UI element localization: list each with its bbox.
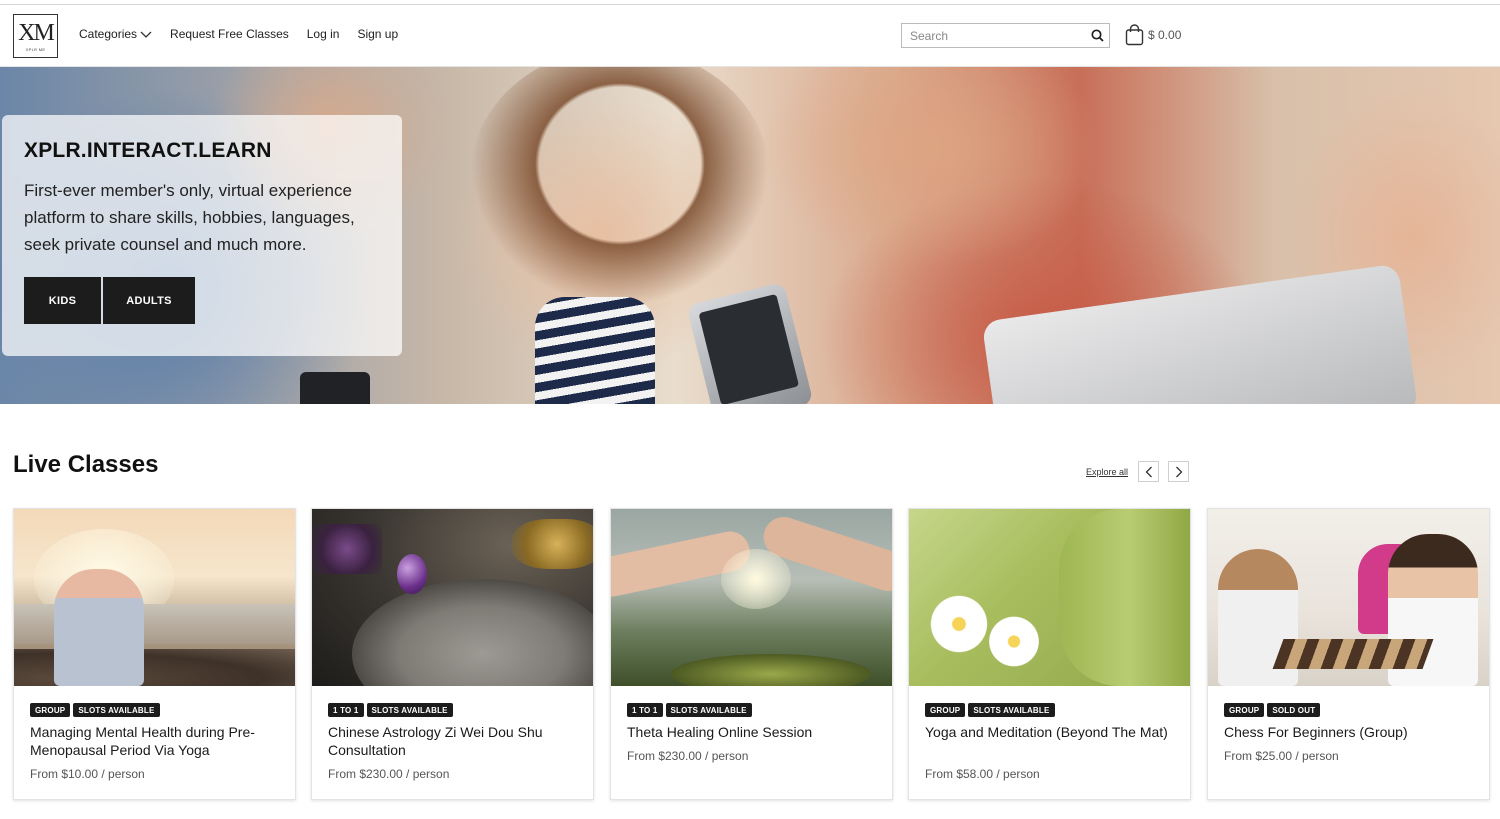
availability-badge: SLOTS AVAILABLE: [73, 703, 160, 717]
adults-button[interactable]: ADULTS: [103, 277, 195, 324]
class-title[interactable]: Chinese Astrology Zi Wei Dou Shu Consult…: [328, 723, 583, 759]
logo-subtitle: XPLR ME: [25, 46, 46, 52]
availability-badge: SLOTS AVAILABLE: [665, 703, 752, 717]
search-input[interactable]: [902, 24, 1085, 47]
class-price: From $230.00 / person: [627, 749, 749, 763]
class-price: From $25.00 / person: [1224, 749, 1339, 763]
class-image: [611, 509, 892, 686]
hero-text-panel: XPLR.INTERACT.LEARN First-ever member's …: [2, 115, 402, 356]
cart-button[interactable]: $ 0.00: [1125, 24, 1181, 46]
kids-button[interactable]: KIDS: [24, 277, 101, 324]
badge-row: GROUP SLOTS AVAILABLE: [30, 703, 163, 717]
chevron-down-icon: [140, 31, 152, 38]
hero-banner: XPLR.INTERACT.LEARN First-ever member's …: [0, 67, 1500, 404]
nav-request-free-label: Request Free Classes: [170, 27, 289, 41]
nav-login-label: Log in: [306, 27, 340, 41]
class-card[interactable]: GROUP SLOTS AVAILABLE Yoga and Meditatio…: [908, 508, 1191, 800]
hero-description: First-ever member's only, virtual experi…: [24, 181, 355, 254]
search-box: [901, 23, 1110, 48]
carousel-prev-button[interactable]: [1138, 461, 1159, 482]
availability-badge: SOLD OUT: [1267, 703, 1321, 717]
class-price: From $10.00 / person: [30, 767, 145, 781]
class-card[interactable]: GROUP SOLD OUT Chess For Beginners (Grou…: [1207, 508, 1490, 800]
carousel-next-button[interactable]: [1168, 461, 1189, 482]
nav-categories-label: Categories: [79, 27, 138, 41]
hero-photo-detail: [535, 297, 655, 404]
class-title[interactable]: Managing Mental Health during Pre-Menopa…: [30, 723, 285, 759]
type-badge: 1 TO 1: [328, 703, 364, 717]
chevron-right-icon: [1175, 466, 1182, 477]
search-icon[interactable]: [1085, 24, 1109, 47]
chevron-left-icon: [1145, 466, 1152, 477]
hero-photo-phone: [300, 372, 370, 404]
class-image: [909, 509, 1190, 686]
availability-badge: SLOTS AVAILABLE: [366, 703, 453, 717]
class-price: From $230.00 / person: [328, 767, 450, 781]
availability-badge: SLOTS AVAILABLE: [968, 703, 1055, 717]
class-card[interactable]: 1 TO 1 SLOTS AVAILABLE Chinese Astrology…: [311, 508, 594, 800]
section-title: Live Classes: [13, 451, 159, 478]
hero-title: XPLR.INTERACT.LEARN: [24, 139, 272, 162]
site-logo[interactable]: XM XPLR ME: [13, 14, 58, 58]
badge-row: GROUP SLOTS AVAILABLE: [925, 703, 1058, 717]
hero-photo-detail: [470, 67, 770, 307]
class-title[interactable]: Chess For Beginners (Group): [1224, 723, 1479, 741]
main-nav: Categories Request Free Classes Log in S…: [79, 27, 416, 41]
nav-signup[interactable]: Sign up: [357, 27, 398, 41]
hero-photo-phone: [686, 281, 814, 404]
class-title[interactable]: Theta Healing Online Session: [627, 723, 882, 741]
class-image: [312, 509, 593, 686]
badge-row: GROUP SOLD OUT: [1224, 703, 1323, 717]
hero-photo-tablet: [981, 263, 1419, 404]
type-badge: GROUP: [1224, 703, 1265, 717]
class-image: [14, 509, 295, 686]
badge-row: 1 TO 1 SLOTS AVAILABLE: [627, 703, 755, 717]
class-card[interactable]: GROUP SLOTS AVAILABLE Managing Mental He…: [13, 508, 296, 800]
site-header: XM XPLR ME Categories Request Free Class…: [0, 5, 1500, 67]
type-badge: GROUP: [30, 703, 71, 717]
class-card[interactable]: 1 TO 1 SLOTS AVAILABLE Theta Healing Onl…: [610, 508, 893, 800]
logo-mark: XM: [18, 19, 55, 46]
nav-signup-label: Sign up: [357, 27, 399, 41]
class-price: From $58.00 / person: [925, 767, 1040, 781]
nav-login[interactable]: Log in: [307, 27, 340, 41]
badge-row: 1 TO 1 SLOTS AVAILABLE: [328, 703, 456, 717]
shopping-bag-icon: [1125, 24, 1144, 46]
nav-categories[interactable]: Categories: [79, 27, 152, 41]
cart-total: $ 0.00: [1148, 28, 1182, 42]
type-badge: GROUP: [925, 703, 966, 717]
type-badge: 1 TO 1: [627, 703, 663, 717]
nav-request-free-classes[interactable]: Request Free Classes: [170, 27, 289, 41]
class-title[interactable]: Yoga and Meditation (Beyond The Mat): [925, 723, 1180, 741]
explore-all-link[interactable]: Explore all: [1086, 467, 1128, 477]
class-image: [1208, 509, 1489, 686]
